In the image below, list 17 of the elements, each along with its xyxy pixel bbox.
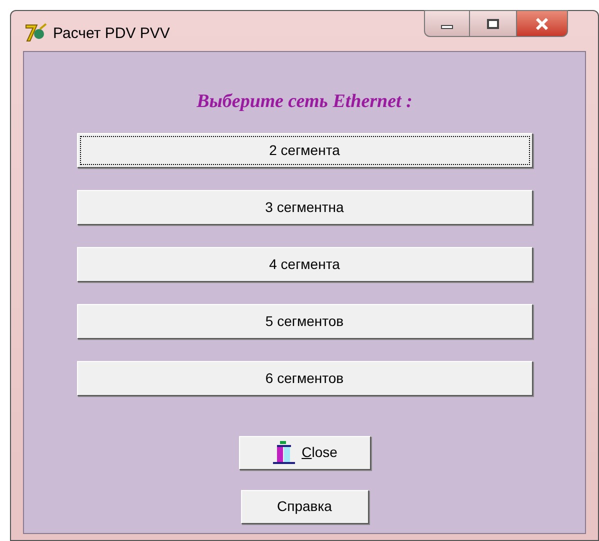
segment-option-button[interactable]: 6 сегментов	[76, 360, 532, 396]
segment-option-button[interactable]: 3 сегментна	[76, 190, 532, 224]
segment-option-button[interactable]: 5 сегментов	[76, 304, 532, 338]
help-button[interactable]: Справка	[240, 490, 368, 524]
minimize-icon	[441, 24, 453, 28]
minimize-button[interactable]	[424, 10, 470, 37]
app-logo-icon	[25, 23, 47, 43]
window-title: Расчет PDV PVV	[53, 24, 170, 44]
segment-option-button[interactable]: 4 сегмента	[76, 246, 532, 282]
close-icon	[535, 18, 549, 30]
maximize-button[interactable]	[470, 10, 516, 37]
dialog-heading: Выберите сеть Ethernet :	[196, 90, 412, 114]
close-button[interactable]: Close	[238, 436, 370, 470]
segment-option-button[interactable]: 2 сегмента	[76, 132, 532, 168]
close-window-button[interactable]	[516, 10, 568, 37]
door-icon	[272, 440, 296, 464]
maximize-icon	[487, 18, 499, 28]
